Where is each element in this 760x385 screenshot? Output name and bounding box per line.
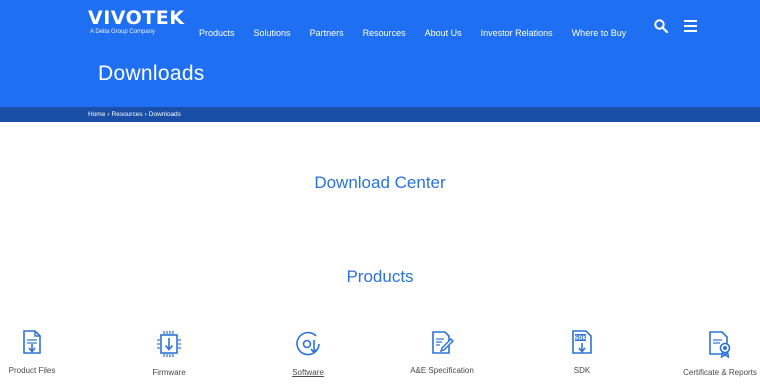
category-label: Firmware: [152, 368, 186, 377]
nav-products[interactable]: Products: [199, 28, 235, 38]
document-edit-icon: [432, 331, 454, 354]
header-icons: [654, 19, 697, 33]
nav-investor-relations[interactable]: Investor Relations: [481, 28, 553, 38]
site-header: VIVOTEK A Delta Group Company Products S…: [0, 0, 760, 107]
vivotek-logo[interactable]: VIVOTEK A Delta Group Company: [88, 8, 184, 36]
logo-subtitle: A Delta Group Company: [90, 29, 156, 35]
category-label: Product Files: [8, 366, 56, 375]
category-certificate-reports[interactable]: Certificate & Reports: [665, 330, 760, 378]
category-label: Software: [292, 368, 324, 377]
chip-download-icon: [157, 331, 181, 357]
nav-partners[interactable]: Partners: [310, 28, 344, 38]
document-download-icon: [23, 330, 41, 354]
category-sdk[interactable]: SDK SDK: [527, 330, 637, 376]
breadcrumb-separator: ›: [107, 111, 110, 118]
category-ae-specification[interactable]: A&E Specification: [387, 330, 497, 376]
disc-download-icon: [296, 331, 320, 356]
breadcrumb-home[interactable]: Home: [88, 110, 105, 119]
nav-solutions[interactable]: Solutions: [254, 28, 291, 38]
nav-where-to-buy[interactable]: Where to Buy: [572, 28, 627, 38]
category-label: SDK: [573, 366, 591, 375]
products-section-title: Products: [346, 267, 414, 286]
page-title: Downloads: [98, 62, 205, 85]
category-firmware[interactable]: Firmware: [114, 330, 224, 378]
nav-about-us[interactable]: About Us: [425, 28, 462, 38]
category-label: A&E Specification: [410, 366, 474, 375]
download-center-title: Download Center: [314, 173, 446, 192]
search-icon[interactable]: [654, 19, 668, 33]
main-nav: Products Solutions Partners Resources Ab…: [199, 28, 626, 38]
sdk-download-icon: SDK: [572, 330, 592, 354]
nav-resources[interactable]: Resources: [363, 28, 406, 38]
breadcrumb-resources[interactable]: Resources: [112, 110, 143, 119]
breadcrumb-downloads[interactable]: Downloads: [149, 110, 181, 119]
category-label: Certificate & Reports: [683, 368, 757, 377]
category-product-files[interactable]: Product Files: [0, 330, 87, 376]
breadcrumb: Home › Resources › Downloads: [88, 110, 181, 119]
svg-text:SDK: SDK: [575, 336, 588, 342]
category-software[interactable]: Software: [253, 330, 363, 378]
breadcrumb-bar: Home › Resources › Downloads: [0, 107, 760, 122]
menu-icon[interactable]: [684, 20, 697, 32]
logo-text: VIVOTEK: [88, 7, 185, 29]
certificate-icon: [709, 331, 731, 358]
breadcrumb-separator: ›: [144, 111, 147, 118]
